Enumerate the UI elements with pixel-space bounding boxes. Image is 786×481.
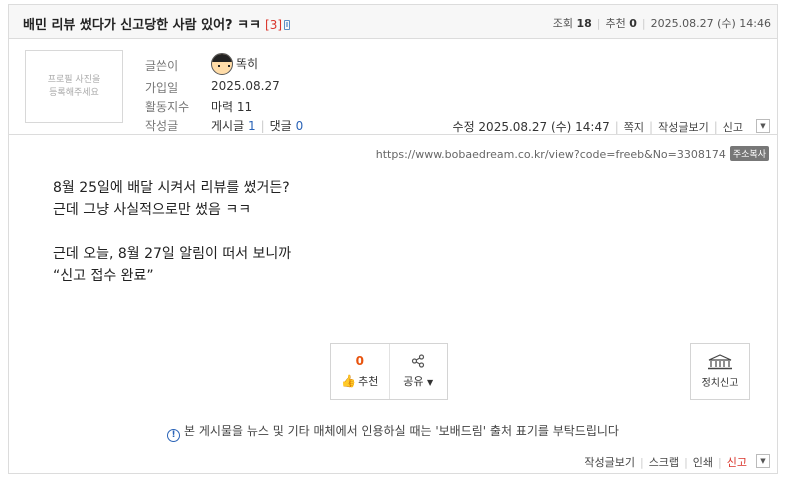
activity-label: 활동지수 (145, 100, 190, 114)
posts-count-link[interactable]: 1 (248, 119, 256, 133)
post-title-text: 배민 리뷰 썼다가 신고당한 사람 있어? ㅋㅋ (23, 18, 262, 33)
action-buttons: 0 👍 추천 공유 ▼ (330, 343, 448, 400)
photo-placeholder-line1: 프로필 사진을 (47, 74, 101, 85)
comments-text: 댓글 (269, 119, 292, 133)
post-meta: 조회 18 | 추천 0 | 2025.08.27 (수) 14:46 (552, 17, 771, 30)
joined-label: 가입일 (145, 81, 179, 95)
post-frame: 배민 리뷰 썼다가 신고당한 사람 있어? ㅋㅋ [3] 조회 18 | 추천 0 | 2… (8, 4, 778, 474)
report-dropdown-icon[interactable]: ▼ (756, 119, 770, 133)
message-link[interactable]: 쪽지 (624, 121, 644, 134)
comments-count-link[interactable]: 0 (296, 119, 304, 133)
comment-count[interactable]: [3] (265, 18, 282, 32)
recommend-button-label: 추천 (358, 375, 379, 388)
content-line: 8월 25일에 배달 시켜서 리뷰를 썼거든? (53, 180, 290, 196)
caret-down-icon: ▼ (427, 378, 434, 387)
report-link[interactable]: 신고 (723, 121, 743, 134)
citation-notice: ! 본 게시물을 뉴스 및 기타 매체에서 인용하실 때는 '보배드림' 출처 표… (9, 422, 777, 442)
recommend-button[interactable]: 0 👍 추천 (331, 344, 389, 399)
footer-scrap-link[interactable]: 스크랩 (649, 456, 679, 469)
political-report-button[interactable]: 정치신고 (690, 343, 750, 400)
citation-notice-text: 본 게시물을 뉴스 및 기타 매체에서 인용하실 때는 '보배드림' 출처 표기… (184, 424, 619, 438)
activity-value: 마력 11 (211, 100, 253, 114)
share-icon (412, 354, 425, 368)
government-building-icon (708, 354, 732, 370)
footer-view-posts-link[interactable]: 작성글보기 (584, 456, 635, 469)
writer-name[interactable]: 똑히 (236, 57, 258, 71)
thumbs-up-icon: 👍 (341, 374, 357, 388)
writer-value[interactable]: 똑히 (211, 53, 258, 75)
copy-url-button[interactable]: 주소복사 (729, 146, 769, 161)
footer-report-dropdown-icon[interactable]: ▼ (756, 454, 770, 468)
post-content: 8월 25일에 배달 시켜서 리뷰를 썼거든? 근데 그냥 사실적으로만 썼음 … (53, 177, 291, 287)
photo-placeholder-line2: 등록해주세요 (49, 87, 99, 98)
political-report-label: 정치신고 (701, 378, 739, 389)
post-date: 2025.08.27 (수) 14:46 (650, 17, 771, 30)
modified-date: 수정 2025.08.27 (수) 14:47 (452, 120, 610, 134)
author-profile: 프로필 사진을 등록해주세요 글쓴이 똑히 가입일 2025.08.27 활동지… (9, 39, 777, 135)
share-button[interactable]: 공유 ▼ (388, 344, 448, 399)
avatar-icon (211, 53, 233, 75)
writer-label: 글쓴이 (145, 59, 179, 73)
modified-row: 수정 2025.08.27 (수) 14:47 | 쪽지 | 작성글보기 | 신고 (452, 120, 743, 134)
share-button-label: 공유 (403, 375, 424, 388)
posts-text: 게시글 (211, 119, 245, 133)
post-url[interactable]: https://www.bobaedream.co.kr/view?code=f… (376, 148, 726, 161)
recommend-count-display: 0 (355, 354, 364, 368)
posts-label: 작성글 (145, 119, 179, 133)
posts-value: 게시글 1 | 댓글 0 (211, 119, 304, 133)
footer-report-link[interactable]: 신고 (727, 456, 747, 469)
post-header: 배민 리뷰 썼다가 신고당한 사람 있어? ㅋㅋ [3] 조회 18 | 추천 0 | 2… (9, 5, 777, 39)
profile-photo-placeholder: 프로필 사진을 등록해주세요 (25, 50, 123, 123)
view-posts-link[interactable]: 작성글보기 (658, 121, 709, 134)
footer-print-link[interactable]: 인쇄 (693, 456, 713, 469)
content-line: “신고 접수 완료” (53, 268, 154, 284)
mobile-icon (284, 20, 291, 30)
content-line: 근데 그냥 사실적으로만 썼음 ㅋㅋ (53, 202, 252, 218)
views-count: 18 (576, 17, 592, 30)
info-icon: ! (167, 429, 181, 442)
joined-value: 2025.08.27 (211, 79, 280, 93)
content-line: 근데 오늘, 8월 27일 알림이 떠서 보니까 (53, 246, 292, 262)
views-label: 조회 (552, 17, 573, 30)
post-url-row: https://www.bobaedream.co.kr/view?code=f… (376, 146, 769, 161)
recommend-count: 0 (629, 17, 637, 30)
footer-links: 작성글보기 | 스크랩 | 인쇄 | 신고 (584, 456, 747, 469)
post-title: 배민 리뷰 썼다가 신고당한 사람 있어? ㅋㅋ [3] (23, 14, 291, 33)
recommend-label: 추천 (605, 17, 626, 30)
